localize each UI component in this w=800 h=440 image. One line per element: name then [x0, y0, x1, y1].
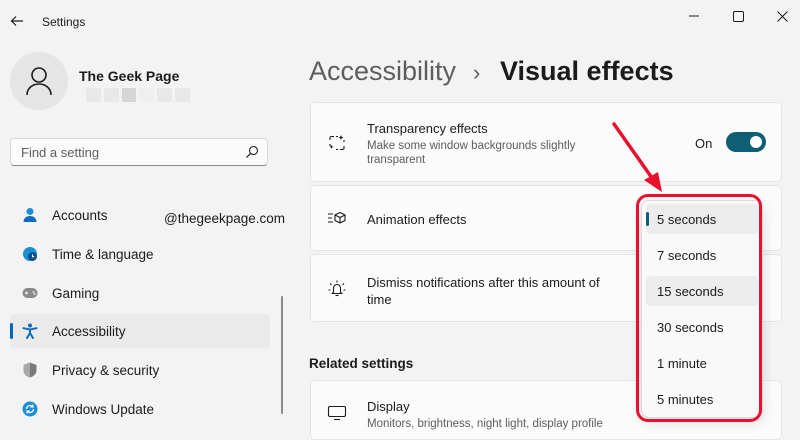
shield-icon — [22, 362, 38, 378]
breadcrumb-separator: › — [473, 60, 481, 85]
sidebar-item-label: Time & language — [52, 246, 154, 262]
sidebar-item-label: Accounts — [52, 207, 108, 223]
gamepad-icon — [22, 285, 38, 301]
avatar[interactable] — [10, 52, 68, 110]
sidebar-item-windows-update[interactable]: Windows Update — [10, 392, 270, 426]
setting-description: Monitors, brightness, night light, displ… — [367, 418, 603, 430]
back-arrow-icon — [10, 16, 23, 26]
red-arrow-annotation — [612, 122, 662, 192]
search-input[interactable]: Find a setting — [10, 138, 268, 166]
section-heading: Related settings — [309, 356, 414, 371]
toggle-knob — [750, 136, 762, 148]
setting-title: Dismiss notifications after this amount … — [367, 275, 600, 290]
user-icon — [26, 67, 52, 96]
update-icon — [22, 401, 38, 417]
sidebar-item-accessibility[interactable]: Accessibility — [10, 314, 270, 348]
maximize-button[interactable] — [726, 6, 750, 26]
sidebar-item-privacy-security[interactable]: Privacy & security — [10, 353, 270, 387]
person-icon — [22, 207, 38, 223]
page-title: Visual effects — [500, 56, 674, 86]
watermark: @thegeekpage.com — [164, 211, 286, 226]
maximize-icon — [732, 10, 744, 22]
sidebar-item-time-language[interactable]: Time & language — [10, 237, 270, 271]
globe-clock-icon — [22, 246, 38, 262]
setting-title: Animation effects — [367, 212, 467, 227]
sidebar-item-label: Gaming — [52, 285, 100, 301]
search-icon — [246, 145, 259, 158]
setting-title: time — [367, 292, 392, 307]
breadcrumb-parent[interactable]: Accessibility — [309, 56, 456, 87]
redacted-email — [86, 88, 190, 102]
highlight-callout — [636, 194, 762, 422]
setting-description: transparent — [367, 154, 426, 166]
setting-description: Make some window backgrounds slightly — [367, 140, 576, 152]
accessibility-icon — [22, 323, 38, 339]
close-button[interactable] — [770, 6, 794, 26]
sidebar-scrollbar[interactable] — [281, 296, 283, 414]
back-button[interactable] — [6, 10, 28, 32]
toggle-state-label: On — [695, 136, 713, 151]
transparency-icon — [327, 133, 347, 153]
close-icon — [776, 10, 788, 22]
sidebar-item-label: Windows Update — [52, 401, 155, 417]
search-placeholder: Find a setting — [21, 145, 100, 160]
profile-name: The Geek Page — [79, 68, 180, 84]
sidebar-item-label: Accessibility — [52, 323, 126, 339]
minimize-button[interactable] — [682, 6, 706, 26]
sidebar-item-gaming[interactable]: Gaming — [10, 276, 270, 310]
animation-icon — [327, 208, 347, 228]
app-title: Settings — [42, 15, 86, 29]
minimize-icon — [689, 15, 699, 17]
setting-title: Display — [367, 399, 410, 414]
sidebar-item-label: Privacy & security — [52, 362, 160, 378]
transparency-effects-card: Transparency effects Make some window ba… — [310, 102, 782, 182]
monitor-icon — [327, 403, 347, 423]
notification-icon — [327, 279, 347, 299]
transparency-toggle[interactable] — [726, 132, 766, 152]
setting-title: Transparency effects — [367, 121, 488, 136]
